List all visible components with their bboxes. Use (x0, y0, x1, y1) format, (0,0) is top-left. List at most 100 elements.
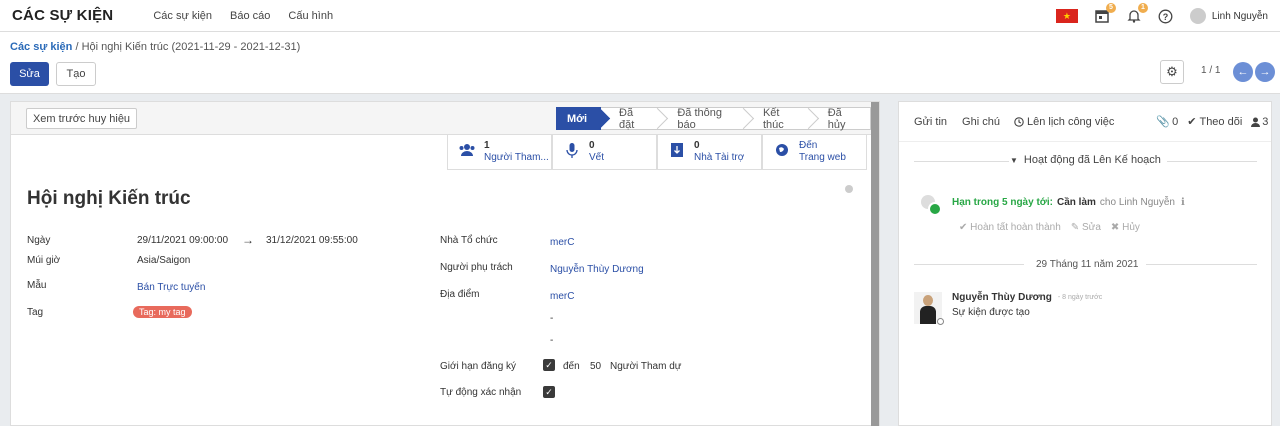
attachments-button[interactable]: 📎 0 (1156, 115, 1178, 129)
smart-button-website[interactable]: Đến Trang web (762, 135, 867, 170)
responsible-label: Người phụ trách (440, 262, 513, 273)
limit-unit-text: Người Tham dự (610, 361, 682, 372)
breadcrumb: Các sự kiện / Hội nghị Kiến trúc (2021-1… (10, 41, 300, 53)
date-separator: 29 Tháng 11 năm 2021 (1036, 259, 1139, 270)
control-panel: Các sự kiện / Hội nghị Kiến trúc (2021-1… (0, 32, 1280, 94)
message-header: Nguyễn Thùy Dương - 8 ngày trước (952, 292, 1102, 303)
sponsor-icon (668, 143, 686, 161)
activity-todo-icon (928, 202, 942, 216)
follow-button[interactable]: ✔ Theo dõi (1187, 115, 1242, 129)
followers-button[interactable]: 3 (1251, 116, 1268, 128)
activity-calendar-icon[interactable]: 5 (1094, 3, 1116, 24)
registration-limit-label: Giới hạn đăng ký (440, 361, 517, 372)
auto-confirm-label: Tự động xác nhận (440, 387, 522, 398)
status-bar: Xem trước huy hiệu Mới Đã đặt Đã thông b… (11, 102, 871, 135)
menu-events[interactable]: Các sự kiện (153, 10, 212, 22)
menu-config[interactable]: Cấu hình (288, 10, 333, 22)
template-field[interactable]: Bán Trực tuyến (137, 282, 205, 293)
help-icon[interactable]: ? (1158, 8, 1174, 24)
arrow-right-icon: → (242, 233, 254, 247)
address-line-1: - (550, 313, 554, 324)
offline-status-icon (937, 318, 944, 325)
date-end-field[interactable]: 31/12/2021 09:55:00 (266, 235, 358, 246)
user-name[interactable]: Linh Nguyễn (1212, 11, 1268, 22)
pager-previous-icon[interactable]: ← (1233, 62, 1253, 82)
navbar-right: 5 1 ? Linh Nguyễn (1055, 0, 1280, 32)
cancel-activity-button[interactable]: ✖ Hủy (1111, 222, 1140, 233)
user-icon (1251, 117, 1261, 127)
activity-actions: ✔ Hoàn tất hoàn thành ✎ Sửa ✖ Hủy (959, 222, 1140, 233)
event-title[interactable]: Hội nghị Kiến trúc (27, 188, 191, 210)
chatter-topbar: Gửi tin Ghi chú Lên lịch công việc 📎 0 ✔… (899, 102, 1271, 142)
edit-activity-button[interactable]: ✎ Sửa (1071, 222, 1101, 233)
timezone-field[interactable]: Asia/Saigon (137, 255, 190, 266)
status-indicator[interactable] (845, 185, 853, 193)
stage-new[interactable]: Mới (556, 107, 611, 130)
message-time: - 8 ngày trước (1057, 294, 1103, 301)
template-label: Mẫu (27, 280, 47, 291)
activity-count-badge: 5 (1105, 3, 1116, 13)
notification-count-badge: 1 (1137, 3, 1148, 13)
pager-next-icon[interactable]: → (1255, 62, 1275, 82)
chatter-panel: Gửi tin Ghi chú Lên lịch công việc 📎 0 ✔… (898, 101, 1272, 426)
date-start-field[interactable]: 29/11/2021 09:00:00 (137, 235, 228, 246)
address-line-2: - (550, 335, 554, 346)
vietnam-flag-icon[interactable] (1055, 9, 1078, 23)
mark-done-button[interactable]: ✔ Hoàn tất hoàn thành (959, 222, 1061, 233)
users-icon (458, 143, 476, 161)
message-body: Sự kiện được tạo (952, 307, 1030, 318)
planned-activities-toggle[interactable]: ▼ Hoạt động đã Lên Kế hoạch (1010, 154, 1161, 166)
smart-button-tracks[interactable]: 0 Vết (552, 135, 657, 170)
clock-icon (1014, 116, 1024, 127)
breadcrumb-current: Hội nghị Kiến trúc (2021-11-29 - 2021-12… (81, 41, 301, 53)
date-label: Ngày (27, 235, 51, 246)
app-brand[interactable]: CÁC SỰ KIỆN (12, 7, 113, 24)
limit-to-text: đến (563, 361, 580, 372)
schedule-activity-button[interactable]: Lên lịch công việc (1014, 116, 1114, 128)
create-button[interactable]: Tạo (56, 62, 96, 86)
menu-reports[interactable]: Báo cáo (230, 10, 270, 22)
organizer-label: Nhà Tổ chức (440, 235, 498, 246)
check-icon: ✔ (1187, 116, 1197, 128)
log-note-button[interactable]: Ghi chú (962, 116, 1000, 128)
form-scrollbar[interactable] (871, 102, 879, 426)
activity-avatar (919, 193, 943, 217)
location-field[interactable]: merC (550, 291, 574, 302)
tag-label: Tag (27, 307, 44, 318)
location-label: Địa điểm (440, 289, 480, 300)
top-navbar: CÁC SỰ KIỆN Các sự kiện Báo cáo Cấu hình… (0, 0, 1280, 32)
stage-ended[interactable]: Kết thúc (744, 107, 819, 131)
gear-icon[interactable]: ⚙ (1160, 60, 1184, 84)
globe-icon (773, 143, 791, 161)
breadcrumb-separator: / (75, 41, 79, 53)
form-sheet: Xem trước huy hiệu Mới Đã đặt Đã thông b… (10, 101, 880, 426)
svg-text:?: ? (1163, 12, 1169, 22)
microphone-icon (563, 142, 581, 162)
message-author[interactable]: Nguyễn Thùy Dương (952, 292, 1052, 303)
smart-button-sponsors[interactable]: 0 Nhà Tài trợ (657, 135, 762, 170)
preview-badge-button[interactable]: Xem trước huy hiệu (26, 108, 137, 129)
timezone-label: Múi giờ (27, 255, 61, 266)
user-avatar[interactable] (1189, 8, 1206, 24)
limit-value-field[interactable]: 50 (590, 361, 601, 372)
activity-summary: Hạn trong 5 ngày tới: Cần làm cho Linh N… (952, 197, 1185, 208)
send-message-button[interactable]: Gửi tin (914, 116, 947, 128)
author-avatar[interactable] (914, 292, 944, 325)
responsible-field[interactable]: Nguyễn Thùy Dương (550, 264, 644, 275)
caret-down-icon: ▼ (1010, 155, 1018, 165)
bell-icon[interactable]: 1 (1126, 3, 1148, 24)
smart-buttons: 1 Người Tham... 0 Vết 0 Nhà Tài trợ Đến Tran… (447, 135, 867, 170)
stage-pipeline: Mới Đã đặt Đã thông báo Kết thúc Đã hủy (556, 107, 871, 131)
info-icon[interactable]: ℹ (1181, 197, 1185, 208)
auto-confirm-checkbox[interactable]: ✓ (543, 386, 555, 398)
smart-button-attendees[interactable]: 1 Người Tham... (447, 135, 552, 170)
registration-limit-checkbox[interactable]: ✓ (543, 359, 555, 371)
tag-pill[interactable]: Tag: my tag (133, 306, 192, 318)
paperclip-icon: 📎 (1156, 116, 1171, 128)
main-menu: Các sự kiện Báo cáo Cấu hình (153, 10, 351, 22)
stage-announced[interactable]: Đã thông báo (659, 107, 755, 131)
pager-value[interactable]: 1 / 1 (1201, 65, 1220, 76)
organizer-field[interactable]: merC (550, 237, 574, 248)
breadcrumb-root-link[interactable]: Các sự kiện (10, 41, 72, 53)
edit-button[interactable]: Sửa (10, 62, 49, 86)
